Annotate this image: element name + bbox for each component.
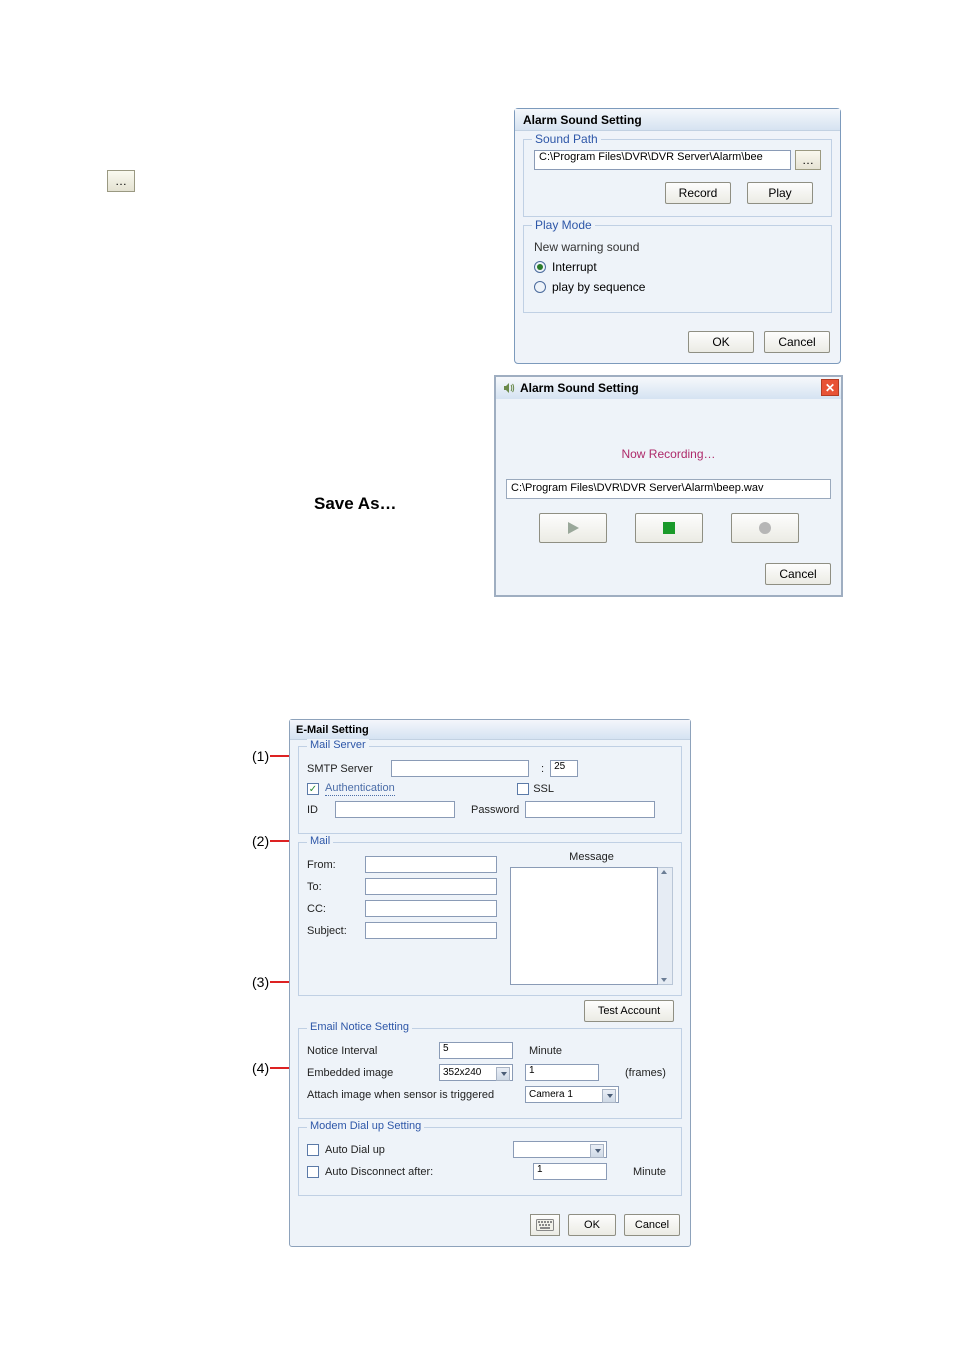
sound-path-group: Sound Path C:\Program Files\DVR\DVR Serv… [523,139,832,217]
play-mode-desc: New warning sound [534,240,821,254]
speaker-icon [502,381,516,395]
mail-server-group: Mail Server SMTP Server : 25 ✓ Authentic… [298,746,682,834]
dial-select[interactable] [513,1141,607,1158]
record-button[interactable]: Record [665,182,731,204]
media-play-button[interactable] [539,513,607,543]
auto-disconnect-unit: Minute [633,1166,673,1178]
auto-disconnect-input[interactable]: 1 [533,1163,607,1180]
mail-group: Mail From: To: CC: Subject: Message [298,842,682,996]
frames-input[interactable]: 1 [525,1064,599,1081]
modem-group: Modem Dial up Setting Auto Dial up Auto … [298,1127,682,1196]
mail-server-legend: Mail Server [307,739,369,751]
password-label: Password [471,804,519,816]
id-input[interactable] [335,801,455,818]
radio-label: play by sequence [552,280,645,294]
email-notice-legend: Email Notice Setting [307,1021,412,1033]
alarm-recording-dialog: Alarm Sound Setting ✕ Now Recording… C:\… [494,375,843,597]
notice-interval-label: Notice Interval [307,1045,433,1057]
email-notice-group: Email Notice Setting Notice Interval 5 M… [298,1028,682,1119]
radio-icon [534,261,546,273]
close-button[interactable]: ✕ [821,379,839,396]
ssl-checkbox[interactable] [517,783,529,795]
subject-label: Subject: [307,925,359,937]
port-input[interactable]: 25 [550,760,578,777]
ok-button[interactable]: OK [568,1214,616,1236]
radio-icon [534,281,546,293]
alarm-sound-setting-dialog: Alarm Sound Setting Sound Path C:\Progra… [514,108,841,364]
recording-status: Now Recording… [506,409,831,479]
play-icon [565,520,581,536]
to-label: To: [307,881,359,893]
from-label: From: [307,859,359,871]
from-input[interactable] [365,856,497,873]
recording-path-input[interactable]: C:\Program Files\DVR\DVR Server\Alarm\be… [506,479,831,499]
to-input[interactable] [365,878,497,895]
auto-dial-label: Auto Dial up [325,1144,385,1156]
stop-icon [662,521,676,535]
embedded-image-label: Embedded image [307,1067,433,1079]
ok-button[interactable]: OK [688,331,754,353]
dialog-title-text: Alarm Sound Setting [520,381,639,395]
cancel-button[interactable]: Cancel [764,331,830,353]
minute-label: Minute [529,1045,562,1057]
save-as-label: Save As… [314,494,397,514]
camera-select[interactable]: Camera 1 [525,1086,619,1103]
cancel-button[interactable]: Cancel [624,1214,680,1236]
radio-sequence[interactable]: play by sequence [534,280,821,294]
ellipsis-icon: … [802,153,814,167]
smtp-input[interactable] [391,760,529,777]
keyboard-icon [536,1219,554,1231]
browse-button-small[interactable]: … [107,170,135,192]
play-mode-group: Play Mode New warning sound Interrupt pl… [523,225,832,313]
auto-dial-checkbox[interactable] [307,1144,319,1156]
close-icon: ✕ [825,381,835,395]
auto-disconnect-checkbox[interactable] [307,1166,319,1178]
modem-legend: Modem Dial up Setting [307,1120,424,1132]
ellipsis-icon: … [115,174,127,188]
mail-legend: Mail [307,835,333,847]
radio-label: Interrupt [552,260,597,274]
sound-path-legend: Sound Path [532,132,601,146]
sound-path-input[interactable]: C:\Program Files\DVR\DVR Server\Alarm\be… [534,150,791,170]
id-label: ID [307,804,329,816]
subject-input[interactable] [365,922,497,939]
keyboard-button[interactable] [530,1214,560,1236]
dialog-title: Alarm Sound Setting ✕ [496,377,841,399]
email-setting-dialog: E-Mail Setting Mail Server SMTP Server :… [289,719,691,1247]
cancel-button[interactable]: Cancel [765,563,831,585]
ssl-label: SSL [533,783,554,795]
dialog-title: Alarm Sound Setting [515,109,840,131]
port-sep: : [541,763,544,775]
smtp-label: SMTP Server [307,763,385,775]
notice-interval-input[interactable]: 5 [439,1042,513,1059]
dialog-title: E-Mail Setting [290,720,690,740]
test-account-button[interactable]: Test Account [584,1000,674,1022]
play-mode-legend: Play Mode [532,218,595,232]
browse-button[interactable]: … [795,150,821,170]
auto-disconnect-label: Auto Disconnect after: [325,1166,433,1178]
scrollbar[interactable] [658,867,673,985]
media-record-button[interactable] [731,513,799,543]
auth-checkbox[interactable]: ✓ [307,783,319,795]
password-input[interactable] [525,801,655,818]
message-textarea[interactable] [510,867,658,985]
message-label: Message [510,851,673,863]
cc-input[interactable] [365,900,497,917]
attach-image-label: Attach image when sensor is triggered [307,1089,519,1101]
record-icon [757,520,773,536]
auth-label: Authentication [325,782,395,796]
resolution-select[interactable]: 352x240 [439,1064,513,1081]
frames-unit: (frames) [625,1067,666,1079]
play-button[interactable]: Play [747,182,813,204]
media-stop-button[interactable] [635,513,703,543]
cc-label: CC: [307,903,359,915]
radio-interrupt[interactable]: Interrupt [534,260,821,274]
